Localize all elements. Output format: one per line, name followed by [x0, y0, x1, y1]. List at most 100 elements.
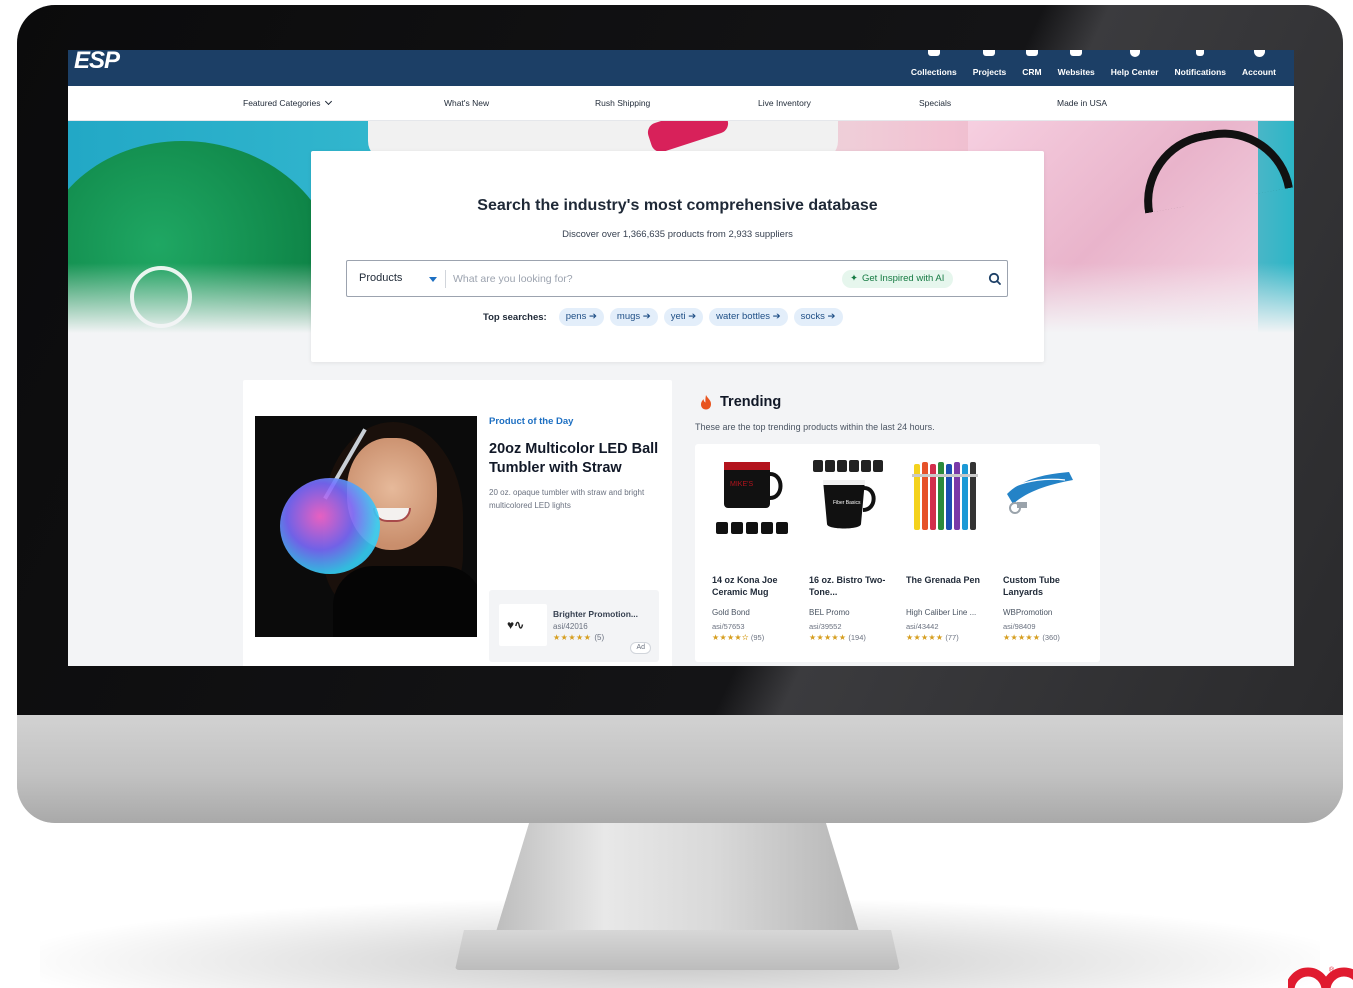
ad-badge: Ad [630, 642, 651, 654]
nav-label: Collections [910, 67, 957, 77]
chevron-down-icon [324, 97, 332, 106]
trending-product-asi: asi/57653 [712, 622, 745, 631]
subnav-rush-shipping[interactable]: Rush Shipping [595, 98, 650, 108]
app-screen: ESP Collections Projects CRM Websites He… [68, 50, 1294, 666]
subnav-whats-new[interactable]: What's New [444, 98, 489, 108]
nav-notifications[interactable]: Notifications [1167, 50, 1234, 86]
top-search-chip[interactable]: mugs ➔ [609, 308, 658, 326]
star-icons: ★★★★★ [809, 633, 847, 642]
subnav-live-inventory[interactable]: Live Inventory [758, 98, 811, 108]
trending-product-rating: ★★★★★ (360) [1003, 633, 1060, 642]
bell-icon [1196, 50, 1205, 56]
search-type-select[interactable]: Products [359, 272, 402, 284]
trending-products: MIKE'S 14 oz Kona Joe Ceramic Mug Gold B… [695, 444, 1100, 662]
rating-count: (95) [750, 633, 765, 642]
supplier-name[interactable]: Brighter Promotion... [553, 609, 638, 619]
rating-count: (77) [945, 633, 959, 642]
supplier-rating: ★★★★★ (5) [553, 633, 604, 642]
account-icon [1253, 50, 1265, 57]
trending-product[interactable]: MIKE'S 14 oz Kona Joe Ceramic Mug Gold B… [695, 444, 788, 662]
mug-image: MIKE'S [716, 462, 788, 534]
top-search-chip[interactable]: pens ➔ [558, 308, 604, 326]
product-image[interactable] [255, 416, 477, 637]
lanyard-image [1007, 472, 1073, 514]
projects-icon [983, 50, 996, 56]
trending-product-rating: ★★★★✫ (95) [712, 633, 764, 642]
star-icons: ★★★★★ [1003, 633, 1041, 642]
supplier-logo-icon: ♥∿ [507, 618, 525, 632]
trending-product-asi: asi/43442 [906, 622, 939, 631]
trending-section: Trending These are the top trending prod… [683, 380, 1111, 666]
trending-product[interactable]: Fiber Basics 16 oz. Bistro Two-Tone... B… [792, 444, 885, 662]
product-of-the-day-card: Product of the Day 20oz Multicolor LED B… [243, 380, 672, 666]
pen-set-image [912, 462, 978, 530]
nav-label: Websites [1057, 67, 1095, 77]
svg-text:MIKE'S: MIKE'S [730, 481, 753, 488]
monitor-stand-neck [495, 815, 860, 935]
model-body [333, 566, 477, 637]
brand-logo-icon: ® [1288, 966, 1353, 988]
trending-product[interactable]: Custom Tube Lanyards WBPromotion asi/984… [986, 444, 1076, 662]
monitor-stand-base [455, 930, 900, 970]
top-search-chip[interactable]: water bottles ➔ [709, 308, 788, 326]
nav-label: Account [1242, 67, 1276, 77]
top-nav: Collections Projects CRM Websites Help C… [903, 50, 1284, 86]
rating-count: (360) [1042, 633, 1060, 642]
nav-help-center[interactable]: Help Center [1103, 50, 1167, 86]
trending-title: Trending [720, 394, 782, 410]
nav-label: Notifications [1174, 67, 1226, 77]
nav-account[interactable]: Account [1234, 50, 1284, 86]
search-panel: Search the industry's most comprehensive… [311, 151, 1044, 362]
monitor-mockup: ® ESP Collections Projects CRM Websites … [0, 0, 1353, 988]
subnav-label: Featured Categories [243, 98, 321, 108]
websites-icon [1070, 50, 1083, 56]
trending-subtitle: These are the top trending products with… [695, 422, 935, 432]
svg-text:Fiber Basics: Fiber Basics [833, 500, 861, 506]
search-icon[interactable] [985, 269, 1005, 289]
rating-count: (5) [594, 633, 605, 642]
trending-product-asi: asi/39552 [809, 622, 842, 631]
supplier-asi: asi/42016 [553, 622, 588, 631]
potd-tag: Product of the Day [489, 416, 574, 427]
nav-collections[interactable]: Collections [903, 50, 965, 86]
sparkle-icon: ✦ [850, 273, 858, 284]
star-icons: ★★★★✫ [712, 633, 749, 642]
top-search-chip[interactable]: socks ➔ [793, 308, 843, 326]
trending-product-name: The Grenada Pen [906, 575, 981, 585]
crm-icon [1025, 50, 1038, 56]
esp-logo[interactable]: ESP [74, 50, 120, 73]
subnav-made-in-usa[interactable]: Made in USA [1057, 98, 1107, 108]
trending-product[interactable]: The Grenada Pen High Caliber Line ... as… [889, 444, 980, 662]
subnav-featured-categories[interactable]: Featured Categories [243, 97, 332, 108]
potd-title[interactable]: 20oz Multicolor LED Ball Tumbler with St… [489, 440, 665, 478]
nav-websites[interactable]: Websites [1050, 50, 1103, 86]
led-tumbler [280, 478, 380, 574]
get-inspired-ai-button[interactable]: ✦ Get Inspired with AI [842, 270, 954, 288]
star-icons: ★★★★★ [553, 633, 592, 642]
star-icons: ★★★★★ [906, 633, 944, 642]
trending-product-name: 14 oz Kona Joe Ceramic Mug [712, 575, 778, 597]
flame-icon [701, 395, 711, 410]
category-nav: Featured Categories What's New Rush Ship… [68, 86, 1294, 121]
trending-product-rating: ★★★★★ (77) [906, 633, 959, 642]
nav-label: Projects [972, 67, 1007, 77]
trending-product-asi: asi/98409 [1003, 622, 1036, 631]
divider [445, 270, 446, 288]
nav-label: CRM [1022, 67, 1042, 77]
trending-product-supplier: BEL Promo [809, 608, 850, 617]
search-input[interactable] [453, 269, 833, 289]
top-search-chip[interactable]: yeti ➔ [663, 308, 704, 326]
collections-icon [927, 50, 940, 56]
search-title: Search the industry's most comprehensive… [477, 197, 878, 214]
supplier-ad[interactable]: ♥∿ Brighter Promotion... asi/42016 ★★★★★… [489, 590, 659, 662]
nav-projects[interactable]: Projects [965, 50, 1015, 86]
subnav-specials[interactable]: Specials [919, 98, 951, 108]
top-searches: Top searches: pens ➔ mugs ➔ yeti ➔ water… [483, 308, 843, 326]
search-bar: Products ✦Get Inspired with AI [346, 260, 1008, 297]
trending-product-supplier: High Caliber Line ... [906, 608, 977, 617]
caret-down-icon[interactable] [429, 277, 437, 282]
bistro-mug-image: Fiber Basics [813, 460, 883, 529]
nav-crm[interactable]: CRM [1014, 50, 1049, 86]
trending-product-supplier: WBPromotion [1003, 608, 1053, 617]
search-subtitle: Discover over 1,366,635 products from 2,… [562, 229, 793, 240]
